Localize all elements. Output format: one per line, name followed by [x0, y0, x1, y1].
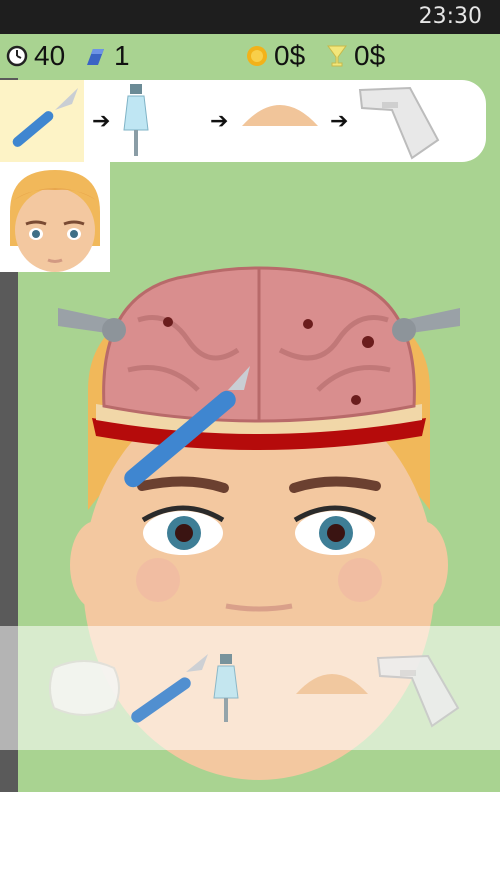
- money: 0$: [246, 40, 305, 72]
- level: 1: [84, 40, 130, 72]
- stapler-icon: [358, 86, 440, 160]
- tray-iv-drip[interactable]: [206, 626, 246, 750]
- timer-value: 40: [34, 40, 66, 71]
- tools-tray: [0, 626, 500, 750]
- tray-skull-cap[interactable]: [290, 626, 374, 750]
- arrow-icon: ➔: [210, 108, 229, 133]
- reward: 0$: [326, 40, 385, 72]
- step-iv-drip[interactable]: [116, 80, 156, 162]
- level-value: 1: [114, 40, 130, 71]
- step-skull-cap[interactable]: [236, 80, 324, 162]
- iv-drip-icon: [123, 84, 149, 156]
- trophy-icon: [327, 45, 347, 67]
- tray-scalpel[interactable]: [120, 626, 216, 750]
- status-bar: 23:30: [0, 0, 500, 34]
- hud-bar: 40 1 0$ 0$: [0, 34, 500, 78]
- scalpel-icon: [12, 88, 78, 147]
- stapler-icon: [376, 654, 460, 728]
- step-stapler[interactable]: [352, 80, 448, 162]
- bandage-icon: [87, 49, 104, 65]
- scalpel-icon: [131, 654, 208, 723]
- tray-gauze[interactable]: [44, 626, 126, 750]
- arrow-icon: ➔: [92, 108, 111, 133]
- skull-cap-icon: [242, 105, 318, 126]
- iv-drip-icon: [213, 654, 239, 722]
- clock-icon: [6, 45, 28, 67]
- status-time: 23:30: [418, 4, 482, 29]
- bottom-area: [0, 792, 500, 889]
- money-value: 0$: [274, 40, 306, 71]
- gauze-icon: [49, 660, 120, 716]
- skull-cap-icon: [296, 674, 368, 694]
- step-toolbar: ➔ ➔ ➔: [0, 80, 486, 162]
- timer: 40: [6, 40, 65, 72]
- coin-icon: [247, 46, 267, 66]
- tray-stapler[interactable]: [372, 626, 468, 750]
- step-scalpel[interactable]: [0, 80, 84, 162]
- reward-value: 0$: [354, 40, 386, 71]
- arrow-icon: ➔: [330, 108, 349, 133]
